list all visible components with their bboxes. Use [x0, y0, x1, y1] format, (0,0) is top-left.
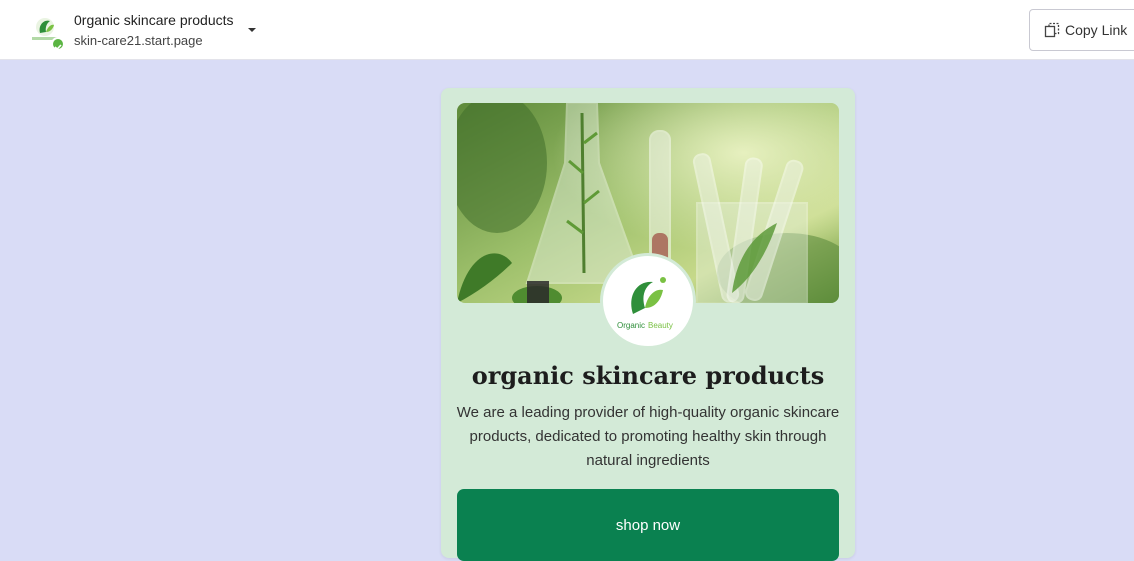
page-url: skin-care21.start.page	[74, 33, 203, 48]
copy-icon	[1044, 22, 1060, 38]
brand-logo: Organic Beauty	[600, 253, 696, 349]
shop-now-button[interactable]: shop now	[457, 489, 839, 561]
page-title: 0rganic skincare products	[74, 12, 234, 28]
caret-down-icon[interactable]	[246, 24, 258, 36]
checkmark-icon	[54, 44, 62, 51]
profile-card: Organic Beauty organic skincare products…	[441, 88, 855, 561]
card-description: We are a leading provider of high-qualit…	[456, 404, 840, 469]
organic-beauty-logo-icon: Organic Beauty	[604, 257, 692, 345]
top-bar: 0rganic skincare products skin-care21.st…	[0, 0, 1134, 60]
verified-badge	[51, 37, 65, 51]
logo-text-organic: Organic	[617, 321, 645, 330]
card-title: organic skincare products	[471, 361, 825, 390]
logo-text-beauty: Beauty	[648, 321, 673, 330]
copy-link-button[interactable]: Copy Link	[1029, 9, 1134, 51]
copy-link-label: Copy Link	[1065, 22, 1128, 38]
